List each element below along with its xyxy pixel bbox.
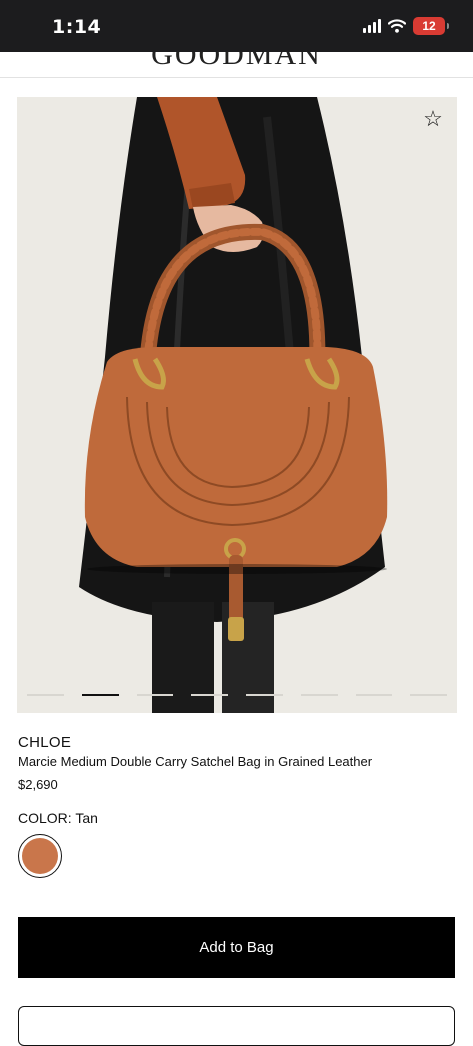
cellular-signal-icon — [363, 19, 381, 33]
product-photo — [17, 97, 457, 713]
carousel-dot[interactable] — [191, 694, 228, 696]
image-carousel-indicator[interactable] — [27, 694, 447, 696]
wifi-icon — [388, 19, 406, 33]
battery-level: 12 — [422, 19, 436, 33]
status-bar: 1:14 12 — [0, 0, 473, 52]
status-icons: 12 — [363, 17, 449, 35]
add-to-bag-button[interactable]: Add to Bag — [18, 917, 455, 978]
site-header: GOODMAN — [0, 52, 473, 78]
status-time: 1:14 — [52, 16, 102, 38]
product-image[interactable]: ☆ — [17, 97, 457, 713]
battery-icon: 12 — [413, 17, 449, 35]
carousel-dot[interactable] — [136, 694, 174, 696]
favorite-star-icon[interactable]: ☆ — [421, 107, 445, 131]
carousel-dot[interactable] — [355, 694, 393, 696]
site-logo[interactable]: GOODMAN — [0, 52, 473, 72]
carousel-dot[interactable] — [410, 694, 447, 696]
color-label: COLOR: Tan — [18, 810, 98, 826]
carousel-dot-active[interactable] — [81, 694, 119, 696]
carousel-dot[interactable] — [246, 694, 283, 696]
color-swatch-tan[interactable] — [22, 838, 58, 874]
carousel-dot[interactable] — [300, 694, 338, 696]
carousel-dot[interactable] — [27, 694, 64, 696]
pay-button[interactable] — [18, 1006, 455, 1046]
product-name: Marcie Medium Double Carry Satchel Bag i… — [18, 754, 373, 769]
color-swatch-selected[interactable] — [18, 834, 62, 878]
product-brand[interactable]: CHLOE — [18, 734, 71, 751]
product-price: $2,690 — [18, 777, 58, 792]
